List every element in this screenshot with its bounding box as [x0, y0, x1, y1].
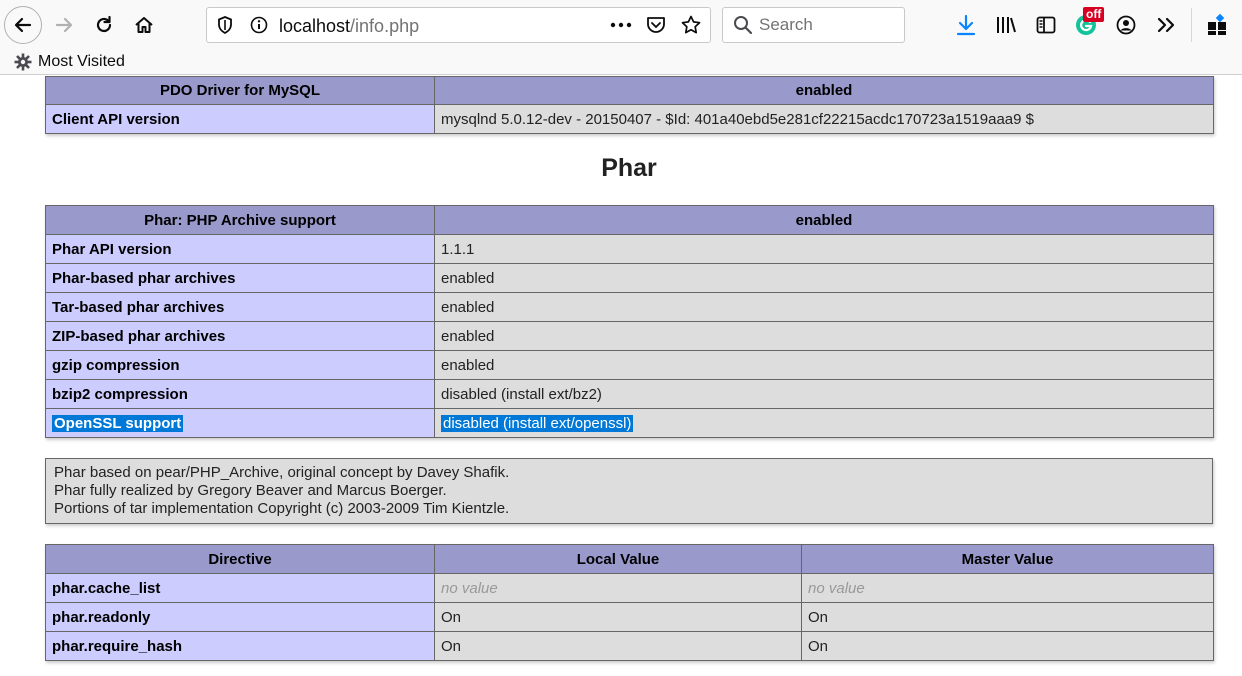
- table-value-cell: On: [801, 631, 1214, 661]
- table-value-cell: enabled: [434, 321, 1214, 351]
- url-path: /info.php: [350, 16, 420, 36]
- selected-text[interactable]: OpenSSL support: [52, 414, 184, 432]
- table-row: phar.cache_list no value no value: [45, 573, 1214, 603]
- table-key-cell: ZIP-based phar archives: [45, 321, 435, 351]
- library-icon: [997, 17, 1016, 33]
- search-box[interactable]: [722, 7, 905, 43]
- bookmark-label: Most Visited: [38, 53, 125, 70]
- table-key-cell: phar.require_hash: [45, 631, 435, 661]
- table-value-cell: no value: [434, 573, 802, 603]
- search-input[interactable]: [759, 14, 899, 36]
- bookmark-most-visited[interactable]: Most Visited: [14, 52, 125, 72]
- star-icon[interactable]: [677, 8, 705, 42]
- table-value-cell: mysqlnd 5.0.12-dev - 20150407 - $Id: 401…: [434, 104, 1214, 134]
- table-header-row: Directive Local Value Master Value: [45, 544, 1214, 574]
- credits-line: Phar based on pear/PHP_Archive, original…: [54, 464, 510, 481]
- account-button[interactable]: [1110, 9, 1142, 41]
- table-value-cell: On: [801, 602, 1214, 632]
- reload-button[interactable]: [88, 9, 120, 41]
- table-header-cell: PDO Driver for MySQL: [45, 76, 435, 105]
- addon-status-badge: off: [1083, 7, 1105, 22]
- table-header-cell: Local Value: [434, 544, 802, 574]
- info-icon[interactable]: [245, 8, 273, 42]
- url-text[interactable]: localhost/info.php: [279, 16, 419, 37]
- table-value-cell: enabled: [434, 350, 1214, 380]
- reload-icon: [96, 15, 112, 33]
- table-row-selected: OpenSSL support disabled (install ext/op…: [45, 408, 1214, 438]
- forward-button[interactable]: [48, 9, 80, 41]
- table-row: gzip compression enabled: [45, 350, 1214, 380]
- table-header-cell: enabled: [434, 205, 1214, 235]
- extension-icon: [1208, 14, 1226, 35]
- credits-line: Phar fully realized by Gregory Beaver an…: [54, 482, 447, 499]
- table-value-cell: 1.1.1: [434, 234, 1214, 264]
- table-key-cell: Tar-based phar archives: [45, 292, 435, 322]
- table-row: phar.require_hash On On: [45, 631, 1214, 661]
- sidebar-button[interactable]: [1030, 9, 1062, 41]
- toolbar-separator: [1191, 8, 1192, 42]
- table-key-cell: bzip2 compression: [45, 379, 435, 409]
- table-key-cell: gzip compression: [45, 350, 435, 380]
- credits-line: Portions of tar implementation Copyright…: [54, 500, 510, 517]
- page-content: PDO Driver for MySQL enabled Client API …: [0, 76, 1242, 676]
- table-value-cell: On: [434, 602, 802, 632]
- table-key-cell: phar.cache_list: [45, 573, 435, 603]
- table-key-cell: phar.readonly: [45, 602, 435, 632]
- forward-arrow-icon: [55, 17, 73, 33]
- table-row: Phar-based phar archives enabled: [45, 263, 1214, 293]
- directive-table: Directive Local Value Master Value phar.…: [45, 544, 1214, 661]
- table-header-row: Phar: PHP Archive support enabled: [45, 205, 1214, 235]
- table-value-cell: disabled (install ext/openssl): [434, 408, 1214, 438]
- section-title: Phar: [601, 154, 657, 182]
- extension-button[interactable]: [1201, 9, 1233, 41]
- overflow-icon: [1157, 17, 1175, 33]
- url-host: localhost: [279, 16, 351, 36]
- selected-text[interactable]: disabled (install ext/openssl): [441, 414, 634, 432]
- more-icon[interactable]: [607, 8, 635, 42]
- overflow-button[interactable]: [1150, 9, 1182, 41]
- table-header-row: PDO Driver for MySQL enabled: [45, 76, 1214, 105]
- table-row: Client API version mysqlnd 5.0.12-dev - …: [45, 104, 1214, 134]
- table-header-cell: enabled: [434, 76, 1214, 105]
- table-row: bzip2 compression disabled (install ext/b…: [45, 379, 1214, 409]
- pdo-mysql-table: PDO Driver for MySQL enabled Client API …: [45, 76, 1214, 134]
- search-icon: [734, 16, 753, 35]
- back-button[interactable]: [4, 6, 42, 44]
- table-value-cell: no value: [801, 573, 1214, 603]
- library-button[interactable]: [990, 9, 1022, 41]
- table-key-cell: OpenSSL support: [45, 408, 435, 438]
- gear-icon: [14, 53, 32, 71]
- home-icon: [135, 17, 153, 33]
- download-icon: [956, 14, 976, 36]
- bookmarks-toolbar: Most Visited: [0, 50, 1242, 75]
- table-value-cell: disabled (install ext/bz2): [434, 379, 1214, 409]
- navigation-toolbar: localhost/info.php off: [0, 0, 1242, 50]
- back-arrow-icon: [14, 17, 32, 33]
- shield-icon[interactable]: [211, 8, 239, 42]
- no-value-text: no value: [441, 579, 498, 597]
- no-value-text: no value: [808, 579, 865, 597]
- table-row: Phar API version 1.1.1: [45, 234, 1214, 264]
- table-value-cell: enabled: [434, 263, 1214, 293]
- home-button[interactable]: [128, 9, 160, 41]
- table-value-cell: enabled: [434, 292, 1214, 322]
- table-key-cell: Phar-based phar archives: [45, 263, 435, 293]
- table-key-cell: Phar API version: [45, 234, 435, 264]
- table-value-cell: On: [434, 631, 802, 661]
- table-header-cell: Master Value: [801, 544, 1214, 574]
- phar-credits: Phar based on pear/PHP_Archive, original…: [45, 458, 1213, 524]
- phar-table: Phar: PHP Archive support enabled Phar A…: [45, 205, 1214, 438]
- table-row: Tar-based phar archives enabled: [45, 292, 1214, 322]
- table-header-cell: Phar: PHP Archive support: [45, 205, 435, 235]
- account-icon: [1116, 15, 1136, 35]
- url-bar[interactable]: localhost/info.php: [206, 7, 711, 43]
- table-key-cell: Client API version: [45, 104, 435, 134]
- pocket-icon[interactable]: [642, 8, 670, 42]
- table-row: phar.readonly On On: [45, 602, 1214, 632]
- sidebar-icon: [1036, 16, 1056, 34]
- download-button[interactable]: [950, 9, 982, 41]
- table-header-cell: Directive: [45, 544, 435, 574]
- table-row: ZIP-based phar archives enabled: [45, 321, 1214, 351]
